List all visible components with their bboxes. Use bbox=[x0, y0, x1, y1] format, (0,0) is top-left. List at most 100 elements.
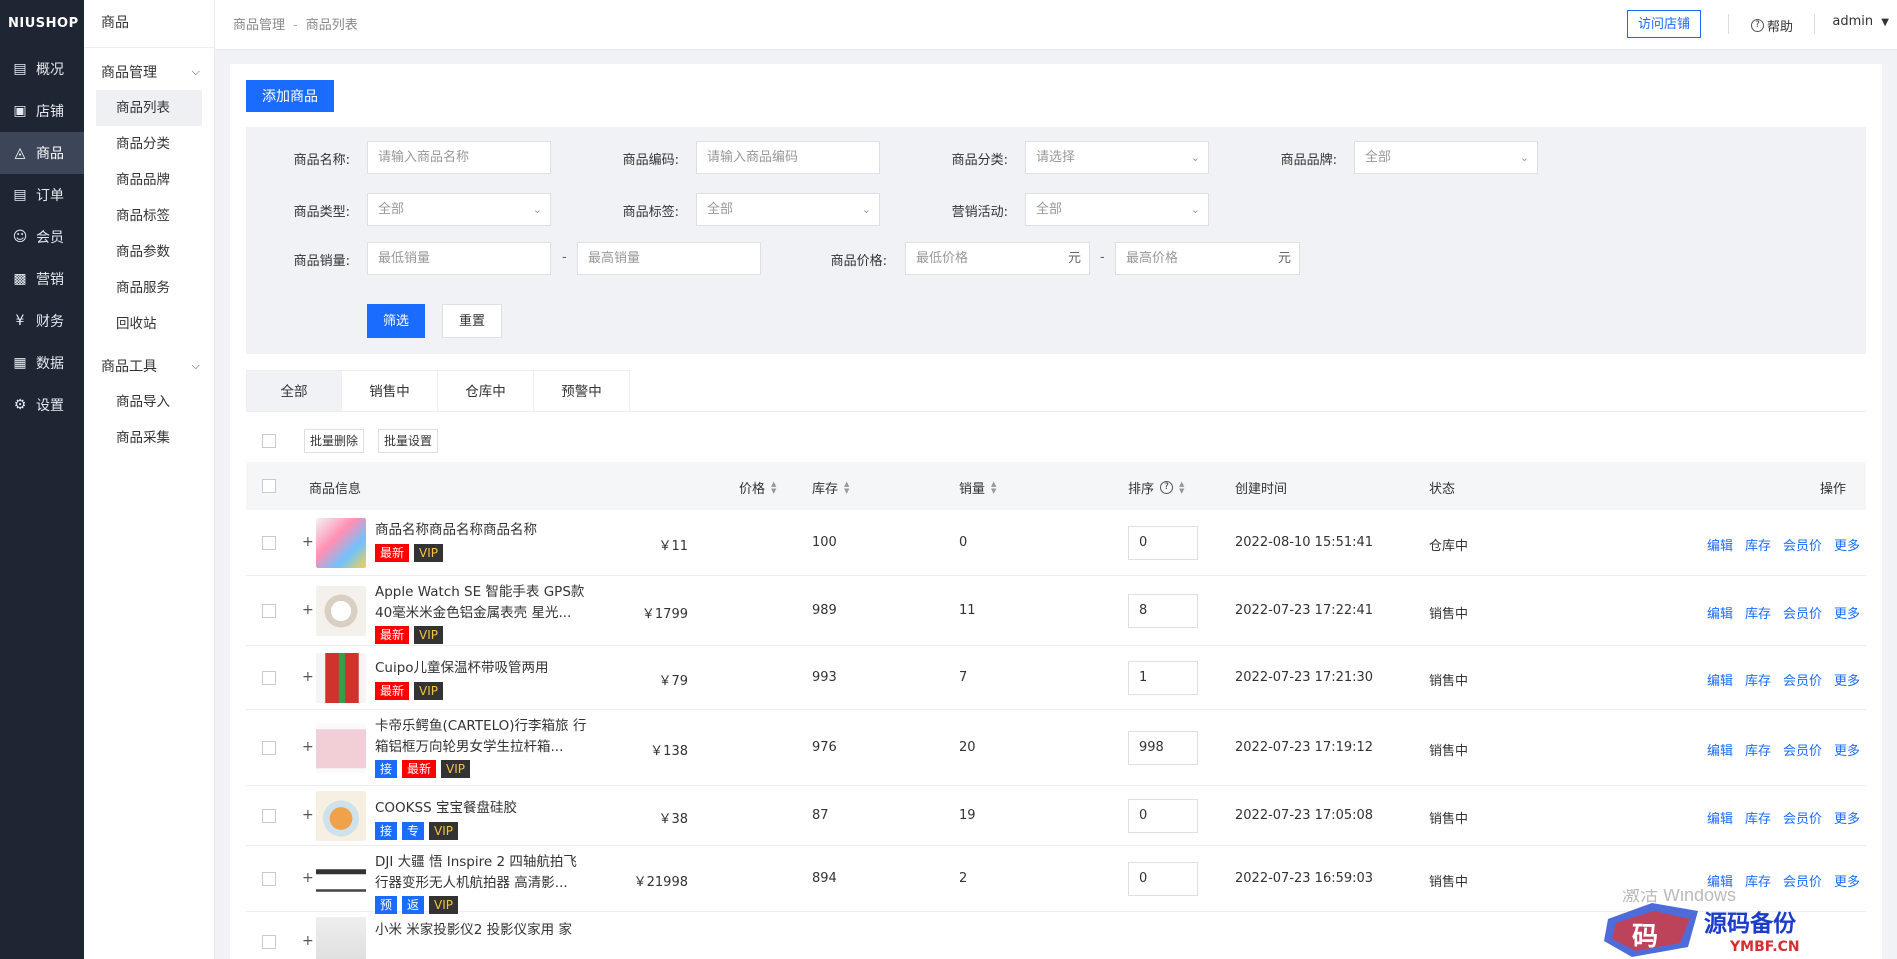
subnav-item[interactable]: 回收站 bbox=[96, 306, 202, 342]
expand-icon[interactable]: + bbox=[302, 602, 314, 618]
sort-input[interactable]: 1 bbox=[1128, 661, 1198, 695]
more-link[interactable]: 更多 bbox=[1834, 740, 1860, 759]
row-checkbox[interactable] bbox=[262, 671, 276, 685]
member-price-link[interactable]: 会员价 bbox=[1783, 740, 1822, 759]
goods-thumbnail[interactable] bbox=[316, 653, 366, 703]
price-min-input[interactable]: 最低价格 元 bbox=[905, 242, 1090, 275]
tab-3[interactable]: 预警中 bbox=[534, 370, 630, 412]
edit-link[interactable]: 编辑 bbox=[1707, 603, 1733, 622]
nav-item-3[interactable]: ▤ 订单 bbox=[0, 174, 84, 216]
tab-1[interactable]: 销售中 bbox=[342, 370, 438, 412]
tab-0[interactable]: 全部 bbox=[246, 370, 342, 412]
header-checkbox[interactable] bbox=[262, 479, 276, 493]
member-price-link[interactable]: 会员价 bbox=[1783, 871, 1822, 890]
nav-item-2[interactable]: ◬ 商品 bbox=[0, 132, 84, 174]
subnav-item[interactable]: 商品采集 bbox=[96, 420, 202, 456]
expand-icon[interactable]: + bbox=[302, 870, 314, 886]
subnav-item[interactable]: 商品参数 bbox=[96, 234, 202, 270]
edit-link[interactable]: 编辑 bbox=[1707, 670, 1733, 689]
col-sort[interactable]: 排序? ▲ ▼ bbox=[1128, 478, 1184, 497]
expand-icon[interactable]: + bbox=[302, 669, 314, 685]
goods-name[interactable]: 商品名称商品名称商品名称 bbox=[375, 520, 591, 541]
goods-name-input[interactable]: 请输入商品名称 bbox=[367, 141, 551, 174]
batch-set-button[interactable]: 批量设置 bbox=[378, 429, 439, 453]
goods-type-select[interactable]: 全部 ⌄ bbox=[367, 193, 551, 226]
breadcrumb-item[interactable]: 商品管理 bbox=[233, 18, 285, 33]
goods-name[interactable]: 卡帝乐鳄鱼(CARTELO)行李箱旅 行箱铝框万向轮男女学生拉杆箱... bbox=[375, 716, 591, 758]
user-menu[interactable]: admin ▼ bbox=[1832, 14, 1889, 29]
reset-button[interactable]: 重置 bbox=[442, 304, 503, 338]
expand-icon[interactable]: + bbox=[302, 534, 314, 550]
tab-2[interactable]: 仓库中 bbox=[438, 370, 534, 412]
subnav-item[interactable]: 商品分类 bbox=[96, 126, 202, 162]
subnav-item[interactable]: 商品导入 bbox=[96, 384, 202, 420]
more-link[interactable]: 更多 bbox=[1834, 535, 1860, 554]
more-link[interactable]: 更多 bbox=[1834, 808, 1860, 827]
nav-item-7[interactable]: ▦ 数据 bbox=[0, 342, 84, 384]
row-checkbox[interactable] bbox=[262, 604, 276, 618]
select-all-checkbox[interactable] bbox=[262, 434, 276, 448]
batch-delete-button[interactable]: 批量删除 bbox=[304, 429, 365, 453]
stock-link[interactable]: 库存 bbox=[1745, 603, 1771, 622]
subnav-item[interactable]: 商品品牌 bbox=[96, 162, 202, 198]
row-checkbox[interactable] bbox=[262, 741, 276, 755]
nav-item-8[interactable]: ⚙ 设置 bbox=[0, 384, 84, 426]
edit-link[interactable]: 编辑 bbox=[1707, 740, 1733, 759]
subnav-item[interactable]: 商品服务 bbox=[96, 270, 202, 306]
more-link[interactable]: 更多 bbox=[1834, 670, 1860, 689]
sort-input[interactable]: 0 bbox=[1128, 799, 1198, 833]
nav-item-0[interactable]: ▤ 概况 bbox=[0, 48, 84, 90]
sales-max-input[interactable]: 最高销量 bbox=[577, 242, 761, 275]
promotion-select[interactable]: 全部 ⌄ bbox=[1025, 193, 1209, 226]
goods-thumbnail[interactable] bbox=[316, 518, 366, 568]
sales-min-input[interactable]: 最低销量 bbox=[367, 242, 551, 275]
member-price-link[interactable]: 会员价 bbox=[1783, 535, 1822, 554]
group-goods-tools[interactable]: 商品工具 ⌵ bbox=[84, 348, 214, 384]
nav-item-5[interactable]: ▩ 营销 bbox=[0, 258, 84, 300]
edit-link[interactable]: 编辑 bbox=[1707, 871, 1733, 890]
goods-name[interactable]: Cuipo儿童保温杯带吸管两用 bbox=[375, 658, 591, 679]
stock-link[interactable]: 库存 bbox=[1745, 871, 1771, 890]
row-checkbox[interactable] bbox=[262, 809, 276, 823]
col-sales[interactable]: 销量 ▲ ▼ bbox=[959, 478, 996, 497]
stock-link[interactable]: 库存 bbox=[1745, 808, 1771, 827]
subnav-item[interactable]: 商品列表 bbox=[96, 90, 202, 126]
filter-button[interactable]: 筛选 bbox=[367, 304, 426, 338]
goods-name[interactable]: DJI 大疆 悟 Inspire 2 四轴航拍飞 行器变形无人机航拍器 高清影.… bbox=[375, 852, 591, 894]
goods-tag-select[interactable]: 全部 ⌄ bbox=[696, 193, 880, 226]
goods-name[interactable]: COOKSS 宝宝餐盘硅胶 bbox=[375, 798, 591, 819]
sort-input[interactable]: 0 bbox=[1128, 526, 1198, 560]
nav-item-1[interactable]: ▣ 店铺 bbox=[0, 90, 84, 132]
add-goods-button[interactable]: 添加商品 bbox=[246, 80, 334, 112]
expand-icon[interactable]: + bbox=[302, 933, 314, 949]
subnav-item[interactable]: 商品标签 bbox=[96, 198, 202, 234]
more-link[interactable]: 更多 bbox=[1834, 871, 1860, 890]
goods-name[interactable]: 小米 米家投影仪2 投影仪家用 家 bbox=[375, 920, 591, 941]
sort-input[interactable]: 0 bbox=[1128, 862, 1198, 896]
help-link[interactable]: ? 帮助 bbox=[1750, 16, 1793, 35]
goods-thumbnail[interactable] bbox=[316, 791, 366, 841]
member-price-link[interactable]: 会员价 bbox=[1783, 808, 1822, 827]
goods-thumbnail[interactable] bbox=[316, 586, 366, 636]
col-price[interactable]: 价格 ▲ ▼ bbox=[739, 478, 776, 497]
edit-link[interactable]: 编辑 bbox=[1707, 535, 1733, 554]
member-price-link[interactable]: 会员价 bbox=[1783, 603, 1822, 622]
col-stock[interactable]: 库存 ▲ ▼ bbox=[812, 478, 849, 497]
goods-brand-select[interactable]: 全部 ⌄ bbox=[1354, 141, 1538, 174]
nav-item-6[interactable]: ¥ 财务 bbox=[0, 300, 84, 342]
nav-item-4[interactable]: ☺ 会员 bbox=[0, 216, 84, 258]
stock-link[interactable]: 库存 bbox=[1745, 740, 1771, 759]
goods-thumbnail[interactable] bbox=[316, 723, 366, 773]
row-checkbox[interactable] bbox=[262, 536, 276, 550]
group-goods-management[interactable]: 商品管理 ⌵ bbox=[84, 54, 214, 90]
edit-link[interactable]: 编辑 bbox=[1707, 808, 1733, 827]
row-checkbox[interactable] bbox=[262, 935, 276, 949]
row-checkbox[interactable] bbox=[262, 872, 276, 886]
stock-link[interactable]: 库存 bbox=[1745, 670, 1771, 689]
member-price-link[interactable]: 会员价 bbox=[1783, 670, 1822, 689]
sort-input[interactable]: 998 bbox=[1128, 731, 1198, 765]
expand-icon[interactable]: + bbox=[302, 807, 314, 823]
goods-category-select[interactable]: 请选择 ⌄ bbox=[1025, 141, 1209, 174]
stock-link[interactable]: 库存 bbox=[1745, 535, 1771, 554]
goods-name[interactable]: Apple Watch SE 智能手表 GPS款 40毫米米金色铝金属表壳 星光… bbox=[375, 582, 591, 624]
